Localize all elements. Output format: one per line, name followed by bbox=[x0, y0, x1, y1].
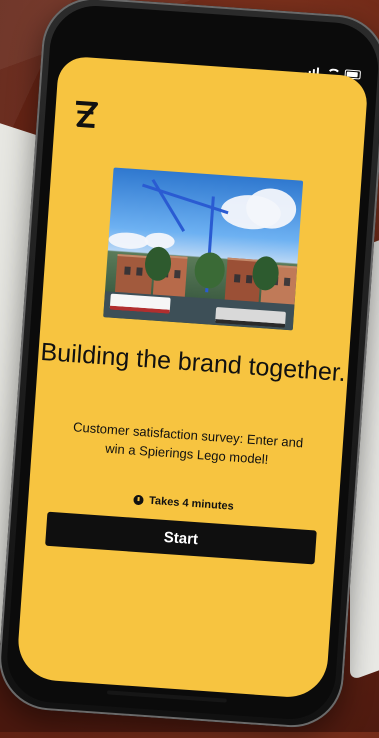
building-window bbox=[174, 269, 181, 279]
survey-description: Customer satisfaction survey: Enter and … bbox=[72, 419, 304, 467]
brand-logo-icon bbox=[75, 100, 99, 129]
crane-jib bbox=[142, 183, 229, 215]
building-window bbox=[136, 267, 143, 276]
duration-text: Takes 4 minutes bbox=[148, 494, 235, 513]
start-button[interactable]: Start bbox=[45, 511, 317, 565]
phone-device: Building the brand together. Customer sa… bbox=[0, 0, 379, 738]
building-window bbox=[124, 266, 131, 275]
cloud-shape bbox=[108, 231, 150, 251]
building-window bbox=[245, 275, 253, 284]
crane-cable bbox=[151, 178, 186, 232]
hero-image bbox=[103, 167, 304, 331]
tree bbox=[193, 251, 226, 290]
page-title: Building the brand together. bbox=[39, 337, 347, 388]
app-screen: Building the brand together. Customer sa… bbox=[15, 55, 369, 700]
start-button-label: Start bbox=[163, 528, 199, 548]
building-window bbox=[283, 277, 291, 287]
building-window bbox=[233, 274, 241, 283]
clock-icon bbox=[132, 494, 144, 506]
